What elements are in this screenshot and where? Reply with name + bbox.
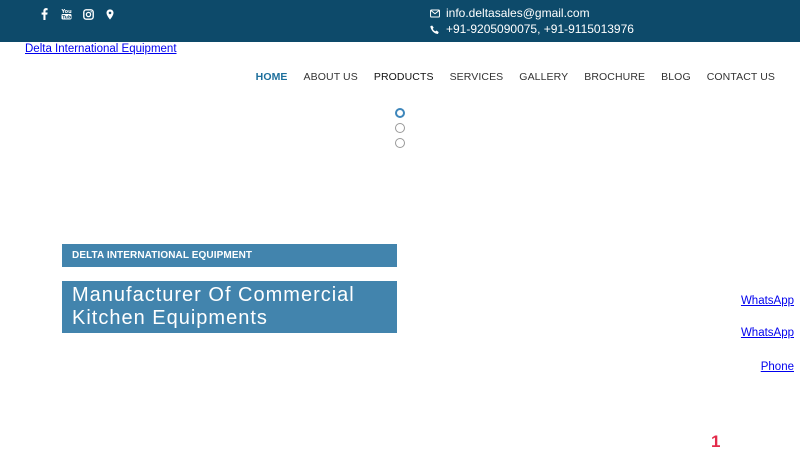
slider-dots: [395, 108, 405, 148]
nav-blog[interactable]: BLOG: [661, 71, 691, 83]
location-icon[interactable]: [104, 7, 116, 21]
hero-tag: DELTA INTERNATIONAL EQUIPMENT: [62, 244, 397, 267]
svg-text:Tube: Tube: [62, 15, 72, 20]
nav-gallery[interactable]: GALLERY: [519, 71, 568, 83]
notification-badge[interactable]: 1: [711, 433, 720, 450]
phone-row[interactable]: +91-9205090075, +91-9115013976: [430, 22, 634, 37]
headline-line-1: Manufacturer Of Commercial: [72, 284, 355, 306]
phone-text[interactable]: +91-9205090075, +91-9115013976: [446, 22, 634, 37]
nav-brochure[interactable]: BROCHURE: [584, 71, 645, 83]
phone-link[interactable]: Phone: [761, 361, 794, 373]
slider-dot-1[interactable]: [395, 108, 405, 118]
slider-dot-2[interactable]: [395, 123, 405, 133]
whatsapp-link-2[interactable]: WhatsApp: [741, 327, 794, 339]
facebook-icon[interactable]: [38, 7, 50, 21]
whatsapp-link-1[interactable]: WhatsApp: [741, 295, 794, 307]
contact-info: info.deltasales@gmail.com +91-9205090075…: [430, 6, 634, 37]
nav-products[interactable]: PRODUCTS: [374, 71, 434, 83]
top-bar: YouTube info.deltasales@gmail.com +91-92…: [0, 0, 800, 42]
email-row[interactable]: info.deltasales@gmail.com: [430, 6, 634, 21]
envelope-icon: [430, 9, 440, 19]
headline-line-2: Kitchen Equipments: [72, 307, 268, 329]
instagram-icon[interactable]: [82, 7, 94, 21]
phone-icon: [430, 25, 440, 35]
hero-headline: Manufacturer Of Commercial Kitchen Equip…: [62, 281, 397, 333]
slider-dot-3[interactable]: [395, 138, 405, 148]
nav-about-us[interactable]: ABOUT US: [304, 71, 358, 83]
nav-home[interactable]: HOME: [256, 71, 288, 83]
nav-contact-us[interactable]: CONTACT US: [707, 71, 775, 83]
main-nav: HOME ABOUT US PRODUCTS SERVICES GALLERY …: [256, 71, 775, 83]
brand-link[interactable]: Delta International Equipment: [25, 43, 177, 55]
email-text[interactable]: info.deltasales@gmail.com: [446, 6, 590, 21]
youtube-icon[interactable]: YouTube: [60, 7, 72, 21]
nav-services[interactable]: SERVICES: [450, 71, 504, 83]
social-links: YouTube: [38, 7, 116, 21]
